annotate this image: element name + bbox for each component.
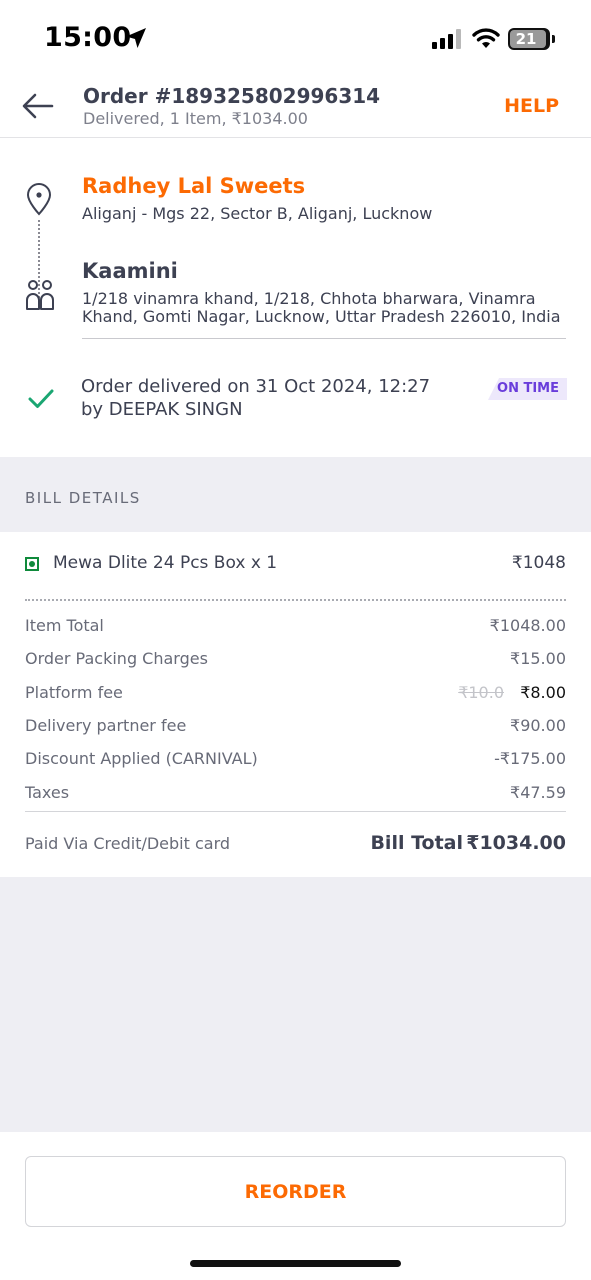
delivery-partner: by DEEPAK SINGN <box>81 399 243 420</box>
bill-row-packing: Order Packing Charges ₹15.00 <box>25 649 566 673</box>
bill-row-value: ₹15.00 <box>510 649 566 668</box>
delivery-time: Order delivered on 31 Oct 2024, 12:27 <box>81 376 431 397</box>
bill-row-platform-fee: Platform fee ₹10.0 ₹8.00 <box>25 683 566 707</box>
customer-address: 1/218 vinamra khand, 1/218, Chhota bharw… <box>82 289 561 326</box>
bill-row-value: -₹175.00 <box>494 749 566 768</box>
customer-name: Kaamini <box>82 259 178 283</box>
delivery-status: Order delivered on 31 Oct 2024, 12:27 by… <box>81 375 430 421</box>
order-title: Order #189325802996314 <box>83 84 381 108</box>
veg-indicator-icon <box>25 557 39 571</box>
restaurant-address: Aliganj - Mgs 22, Sector B, Aliganj, Luc… <box>82 204 433 223</box>
item-price: ₹1048 <box>511 553 566 573</box>
bill-section-header: BILL DETAILS <box>0 457 591 532</box>
bill-row-label: Order Packing Charges <box>25 649 208 668</box>
location-arrow-icon <box>126 28 146 48</box>
bill-row-value: ₹90.00 <box>510 716 566 735</box>
bill-row-value: ₹47.59 <box>510 783 566 802</box>
reorder-label: REORDER <box>244 1181 347 1203</box>
on-time-badge: ON TIME <box>488 378 567 400</box>
bill-row-value: ₹1048.00 <box>489 616 566 635</box>
status-time: 15:00 <box>44 22 132 53</box>
bill-row-delivery-fee: Delivery partner fee ₹90.00 <box>25 716 566 740</box>
back-arrow-icon[interactable] <box>20 90 56 122</box>
home-indicator[interactable] <box>190 1260 401 1267</box>
location-pin-icon <box>26 183 52 216</box>
divider <box>25 811 566 812</box>
bill-row-label: Discount Applied (CARNIVAL) <box>25 749 258 768</box>
order-header: Order #189325802996314 Delivered, 1 Item… <box>0 78 591 138</box>
dotted-divider <box>25 599 566 601</box>
bill-row-item-total: Item Total ₹1048.00 <box>25 616 566 640</box>
bill-total-value: ₹1034.00 <box>466 832 566 854</box>
restaurant-name[interactable]: Radhey Lal Sweets <box>82 174 305 198</box>
divider <box>82 338 566 339</box>
bill-row-label: Item Total <box>25 616 104 635</box>
background-spacer <box>0 877 591 1132</box>
bill-total-label: Bill Total <box>370 832 463 854</box>
wifi-icon <box>472 28 500 48</box>
help-button[interactable]: HELP <box>504 95 559 117</box>
status-bar: 15:00 21 <box>0 0 591 78</box>
people-icon <box>26 280 54 310</box>
bill-row-label: Taxes <box>25 783 70 802</box>
bill-section-title: BILL DETAILS <box>25 489 141 507</box>
bill-row-taxes: Taxes ₹47.59 <box>25 783 566 807</box>
item-name: Mewa Dlite 24 Pcs Box x 1 <box>53 553 278 573</box>
battery-level: 21 <box>515 30 537 48</box>
bill-row-discount: Discount Applied (CARNIVAL) -₹175.00 <box>25 749 566 773</box>
order-subtitle: Delivered, 1 Item, ₹1034.00 <box>83 109 308 128</box>
signal-icon <box>432 29 461 49</box>
bill-row-label: Delivery partner fee <box>25 716 187 735</box>
bill-row-label: Platform fee <box>25 683 123 702</box>
battery-icon: 21 <box>508 28 555 50</box>
order-route: Radhey Lal Sweets Aliganj - Mgs 22, Sect… <box>0 138 591 458</box>
bill-row-original-value: ₹10.0 <box>458 683 504 702</box>
on-time-label: ON TIME <box>497 381 559 396</box>
payment-method: Paid Via Credit/Debit card <box>25 834 231 853</box>
check-icon <box>28 389 54 408</box>
reorder-button[interactable]: REORDER <box>25 1156 566 1227</box>
bill-row-value: ₹8.00 <box>520 683 566 702</box>
bill-details: Mewa Dlite 24 Pcs Box x 1 ₹1048 Item Tot… <box>0 532 591 877</box>
